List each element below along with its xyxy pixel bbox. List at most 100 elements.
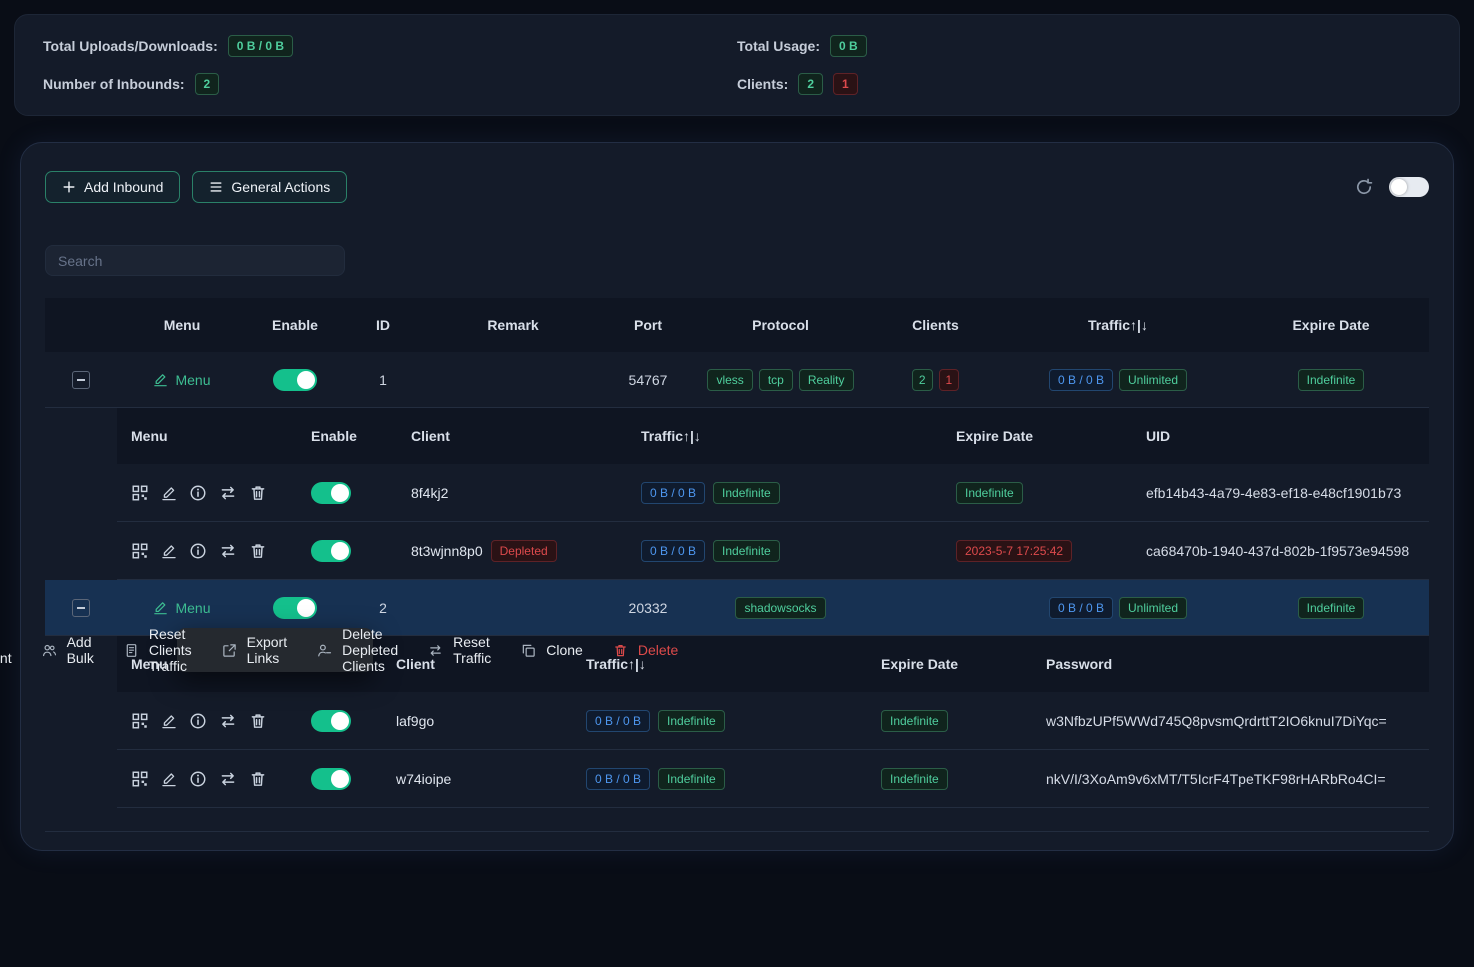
qrcode-icon[interactable] [131, 712, 149, 730]
collapse-row-button[interactable] [72, 599, 90, 617]
inbound-row-2[interactable]: Menu 2 20332 shadowsocks 0 B / 0 B Unlim… [45, 580, 1429, 636]
menu-item-label: Delete [638, 642, 678, 658]
qrcode-icon[interactable] [131, 542, 149, 560]
client-actions [117, 542, 297, 560]
trash-icon[interactable] [249, 484, 267, 502]
menu-item-add-bulk[interactable]: Add Bulk [30, 634, 106, 666]
info-icon[interactable] [189, 484, 207, 502]
inbound-expire: Indefinite [1233, 369, 1429, 391]
inbound-port: 20332 [603, 600, 693, 616]
clients-table-header: Menu Enable Client Traffic↑|↓ Expire Dat… [117, 408, 1429, 464]
inbound-menu-button[interactable]: Menu [153, 600, 210, 616]
menu-item-label: Clone [546, 642, 583, 658]
client-enable-toggle[interactable] [311, 482, 351, 504]
client-enable-toggle[interactable] [311, 710, 351, 732]
menu-item-label: Add Client [0, 634, 12, 666]
qrcode-icon[interactable] [131, 770, 149, 788]
traffic-limit-badge: Indefinite [713, 482, 780, 504]
client-traffic: 0 B / 0 B Indefinite [572, 768, 867, 790]
general-actions-button[interactable]: General Actions [192, 171, 347, 203]
client-expire: 2023-5-7 17:25:42 [942, 540, 1132, 562]
subcol-header-client: Client [397, 428, 627, 444]
menu-item-label: Delete Depleted Clients [342, 626, 398, 674]
edit-pencil-icon[interactable] [161, 485, 177, 501]
stat-value-badge: 0 B / 0 B [228, 35, 293, 57]
table-footer [45, 808, 1429, 832]
edit-pencil-icon[interactable] [161, 543, 177, 559]
add-inbound-label: Add Inbound [84, 179, 163, 195]
refresh-icon[interactable] [1355, 178, 1373, 196]
collapse-row-button[interactable] [72, 371, 90, 389]
menu-item-reset-clients-traffic[interactable]: Reset Clients Traffic [112, 634, 204, 666]
traffic-limit-badge: Indefinite [713, 540, 780, 562]
edit-pencil-icon[interactable] [161, 713, 177, 729]
theme-toggle[interactable] [1389, 177, 1429, 197]
traffic-badge: 0 B / 0 B [1049, 597, 1113, 619]
stat-clients: Clients: 2 1 [737, 73, 1431, 95]
subcol-header-password: Password [1032, 656, 1429, 672]
add-inbound-button[interactable]: Add Inbound [45, 171, 180, 203]
menu-item-label: Reset Traffic [453, 634, 491, 666]
inbound-port: 54767 [603, 372, 693, 388]
client-traffic: 0 B / 0 B Indefinite [627, 482, 942, 504]
toolbar-right [1355, 177, 1429, 197]
swap-arrows-icon[interactable] [219, 712, 237, 730]
clients-depleted-badge: 1 [833, 73, 858, 95]
menu-item-delete[interactable]: Delete [601, 634, 690, 666]
client-enable-toggle[interactable] [311, 768, 351, 790]
edit-pencil-icon[interactable] [161, 771, 177, 787]
inbound-id: 1 [343, 372, 423, 388]
stat-number-of-inbounds: Number of Inbounds: 2 [43, 73, 737, 95]
inbound-expire: Indefinite [1233, 597, 1429, 619]
client-name: w74ioipe [382, 771, 572, 787]
stat-value-badge: 0 B [830, 35, 867, 57]
info-icon[interactable] [189, 542, 207, 560]
info-icon[interactable] [189, 712, 207, 730]
stats-card: Total Uploads/Downloads: 0 B / 0 B Total… [14, 14, 1460, 116]
menu-item-reset-traffic[interactable]: Reset Traffic [416, 634, 503, 666]
client-name: 8f4kj2 [397, 485, 627, 501]
inbound-traffic: 0 B / 0 B Unlimited [1003, 597, 1233, 619]
menu-item-clone[interactable]: Clone [509, 634, 595, 666]
subcol-header-traffic-sort[interactable]: Traffic↑|↓ [627, 428, 942, 444]
inbound-id: 2 [343, 600, 423, 616]
traffic-badge: 0 B / 0 B [641, 540, 705, 562]
protocol-tag: Reality [799, 369, 854, 391]
qrcode-icon[interactable] [131, 484, 149, 502]
trash-icon[interactable] [249, 770, 267, 788]
menu-item-label: Reset Clients Traffic [149, 626, 192, 674]
column-header-traffic-sort[interactable]: Traffic↑|↓ [1003, 317, 1233, 333]
info-icon[interactable] [189, 770, 207, 788]
trash-icon[interactable] [249, 712, 267, 730]
menu-item-label: Export Links [247, 634, 287, 666]
client-expire: Indefinite [942, 482, 1132, 504]
swap-arrows-icon[interactable] [219, 542, 237, 560]
client-row[interactable]: laf9go 0 B / 0 B Indefinite Indefinite w… [117, 692, 1429, 750]
client-row[interactable]: 8t3wjnn8p0 Depleted 0 B / 0 B Indefinite… [117, 522, 1429, 580]
menu-item-label: Add Bulk [67, 634, 94, 666]
menu-item-delete-depleted-clients[interactable]: Delete Depleted Clients [305, 634, 410, 666]
client-enable-toggle[interactable] [311, 540, 351, 562]
plus-icon [62, 180, 76, 194]
menu-item-export-links[interactable]: Export Links [210, 634, 299, 666]
edit-pencil-icon [153, 372, 168, 387]
client-uid: efb14b43-4a79-4e83-ef18-e48cf1901b73 [1132, 485, 1429, 501]
inbound-row-1[interactable]: Menu 1 54767 vless tcp Reality 2 1 0 B /… [45, 352, 1429, 408]
search-input[interactable] [45, 245, 345, 276]
inbounds-panel: Add Inbound General Actions Menu Enable … [20, 142, 1454, 851]
list-icon [209, 180, 223, 194]
clients-active-badge: 2 [912, 369, 933, 391]
subcol-header-expire-date: Expire Date [942, 428, 1132, 444]
inbound-enable-toggle[interactable] [273, 597, 317, 619]
client-row[interactable]: 8f4kj2 0 B / 0 B Indefinite Indefinite e… [117, 464, 1429, 522]
swap-arrows-icon[interactable] [219, 484, 237, 502]
expire-badge: Indefinite [881, 768, 948, 790]
inbound-enable-toggle[interactable] [273, 369, 317, 391]
menu-item-add-client[interactable]: Add Client [0, 634, 24, 666]
swap-arrows-icon[interactable] [219, 770, 237, 788]
column-header-clients: Clients [868, 317, 1003, 333]
client-row[interactable]: w74ioipe 0 B / 0 B Indefinite Indefinite… [117, 750, 1429, 808]
client-expire: Indefinite [867, 710, 1032, 732]
inbound-menu-button[interactable]: Menu [153, 372, 210, 388]
trash-icon[interactable] [249, 542, 267, 560]
